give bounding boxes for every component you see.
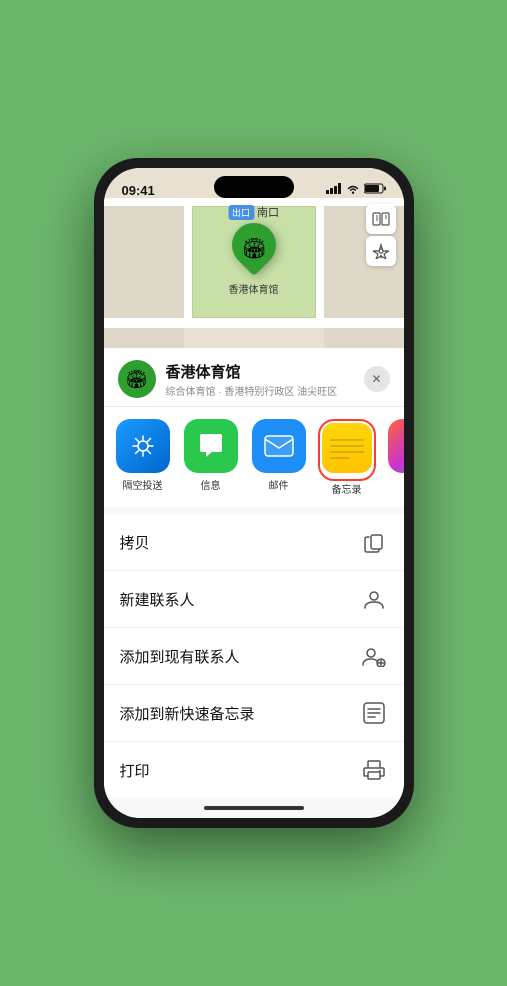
map-label: 出口 南口 <box>228 204 279 220</box>
venue-info: 香港体育馆 综合体育馆 · 香港特别行政区 油尖旺区 <box>166 361 364 398</box>
action-add-notes[interactable]: 添加到新快速备忘录 <box>104 685 404 742</box>
share-item-mail[interactable]: 邮件 <box>248 419 310 496</box>
status-time: 09:41 <box>122 183 155 198</box>
map-type-button[interactable] <box>366 204 396 234</box>
venue-subtitle: 综合体育馆 · 香港特别行政区 油尖旺区 <box>166 383 364 398</box>
home-indicator <box>104 798 404 818</box>
venue-header: 🏟 香港体育馆 综合体育馆 · 香港特别行政区 油尖旺区 ✕ <box>104 348 404 407</box>
map-exit-tag: 出口 <box>228 205 254 220</box>
action-rows: 拷贝 新建联系人 <box>104 514 404 798</box>
phone-screen: 09:41 <box>104 168 404 818</box>
mail-label: 邮件 <box>269 477 289 492</box>
copy-label: 拷贝 <box>120 532 150 553</box>
close-icon: ✕ <box>371 372 381 386</box>
location-button[interactable] <box>366 236 396 266</box>
new-contact-label: 新建联系人 <box>120 589 195 610</box>
notes-label: 备忘录 <box>332 481 362 496</box>
action-new-contact[interactable]: 新建联系人 <box>104 571 404 628</box>
action-print[interactable]: 打印 <box>104 742 404 798</box>
copy-icon <box>360 528 388 556</box>
more-icon <box>388 419 404 473</box>
map-controls <box>366 204 396 266</box>
venue-icon: 🏟 <box>118 360 156 398</box>
phone-frame: 09:41 <box>94 158 414 828</box>
action-copy[interactable]: 拷贝 <box>104 514 404 571</box>
venue-name: 香港体育馆 <box>166 361 364 382</box>
map-exit-name: 南口 <box>257 204 279 220</box>
notes-icon <box>322 423 372 473</box>
share-item-notes[interactable]: 备忘录 <box>316 419 378 496</box>
home-bar <box>204 806 304 810</box>
share-item-airdrop[interactable]: 隔空投送 <box>112 419 174 496</box>
dynamic-island <box>214 176 294 198</box>
add-notes-label: 添加到新快速备忘录 <box>120 703 255 724</box>
share-row: 隔空投送 信息 <box>104 407 404 506</box>
bottom-sheet: 🏟 香港体育馆 综合体育馆 · 香港特别行政区 油尖旺区 ✕ <box>104 348 404 798</box>
status-bar: 09:41 <box>104 168 404 204</box>
messages-label: 信息 <box>201 477 221 492</box>
add-existing-icon <box>360 642 388 670</box>
print-label: 打印 <box>120 760 150 781</box>
airdrop-icon <box>116 419 170 473</box>
share-item-messages[interactable]: 信息 <box>180 419 242 496</box>
action-add-existing[interactable]: 添加到现有联系人 <box>104 628 404 685</box>
pin-label: 香港体育馆 <box>229 281 279 296</box>
signal-icon <box>326 183 342 197</box>
status-icons <box>326 183 386 197</box>
mail-icon <box>252 419 306 473</box>
add-existing-label: 添加到现有联系人 <box>120 646 240 667</box>
messages-icon <box>184 419 238 473</box>
share-item-more[interactable]: 提 <box>384 419 404 496</box>
airdrop-label: 隔空投送 <box>123 477 163 492</box>
print-icon <box>360 756 388 784</box>
add-notes-icon <box>360 699 388 727</box>
close-button[interactable]: ✕ <box>364 366 390 392</box>
wifi-icon <box>346 183 360 197</box>
map-pin: 🏟 香港体育馆 <box>229 223 279 296</box>
battery-icon <box>364 183 386 197</box>
new-contact-icon <box>360 585 388 613</box>
